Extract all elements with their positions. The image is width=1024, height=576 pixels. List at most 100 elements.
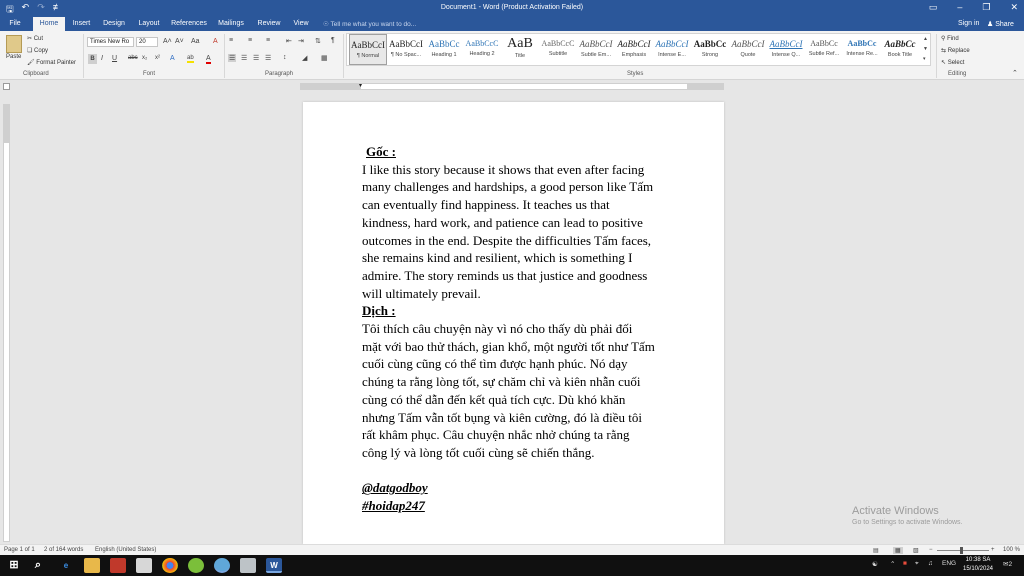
- input-language[interactable]: ENG: [942, 560, 956, 567]
- sign-in-link[interactable]: Sign in: [958, 20, 979, 27]
- zoom-in-icon[interactable]: +: [991, 547, 995, 553]
- maximize-button[interactable]: ❐: [982, 2, 990, 13]
- increase-indent-icon[interactable]: ⇥: [298, 37, 304, 45]
- justify-icon[interactable]: ☰: [265, 54, 271, 62]
- app-icon[interactable]: [110, 558, 126, 573]
- bullets-icon[interactable]: ≡: [229, 37, 233, 44]
- page-count[interactable]: Page 1 of 1: [4, 547, 35, 553]
- gallery-more-icon[interactable]: ▾: [923, 56, 926, 62]
- vertical-ruler[interactable]: [3, 104, 10, 542]
- file-explorer-icon[interactable]: [84, 558, 100, 573]
- style-subtle-reference[interactable]: AaBbCc Subtle Ref...: [805, 34, 843, 65]
- paste-icon[interactable]: [6, 35, 22, 53]
- search-icon[interactable]: ⌕: [30, 558, 46, 573]
- style-emphasis[interactable]: AaBbCcI Emphasis: [615, 34, 653, 65]
- gallery-scroll-up-icon[interactable]: ▲: [923, 36, 928, 42]
- text-effects-icon[interactable]: A: [170, 55, 175, 62]
- antivirus-icon[interactable]: ■: [903, 560, 907, 567]
- gallery-scroll-down-icon[interactable]: ▼: [923, 46, 928, 52]
- tab-home[interactable]: Home: [33, 17, 65, 31]
- language-indicator[interactable]: English (United States): [95, 547, 156, 553]
- tab-review[interactable]: Review: [255, 17, 283, 31]
- shrink-font-icon[interactable]: A˅: [175, 38, 184, 45]
- italic-button[interactable]: I: [101, 55, 103, 62]
- align-center-icon[interactable]: ☰: [241, 54, 247, 62]
- share-button[interactable]: ♟ Share: [987, 20, 1014, 28]
- borders-icon[interactable]: ▦: [321, 54, 328, 62]
- multilevel-list-icon[interactable]: ≡: [266, 37, 270, 44]
- style-strong[interactable]: AaBbCc Strong: [691, 34, 729, 65]
- highlight-icon[interactable]: ab: [187, 55, 194, 63]
- grow-font-icon[interactable]: A˄: [163, 38, 172, 45]
- paste-button[interactable]: Paste: [6, 54, 21, 60]
- sort-icon[interactable]: ⇅: [315, 37, 321, 45]
- subscript-button[interactable]: x₂: [142, 55, 147, 61]
- tab-references[interactable]: References: [170, 17, 208, 31]
- minimize-button[interactable]: –: [957, 2, 962, 13]
- tab-selector[interactable]: [3, 83, 10, 90]
- ribbon-display-options-icon[interactable]: ▭: [929, 2, 938, 13]
- style-normal[interactable]: AaBbCcI ¶ Normal: [349, 34, 387, 65]
- strikethrough-button[interactable]: abc: [128, 55, 138, 61]
- change-case-icon[interactable]: Aa: [191, 38, 200, 45]
- close-button[interactable]: ✕: [1010, 2, 1018, 13]
- show-hide-pilcrow-icon[interactable]: ¶: [331, 37, 335, 44]
- chrome-icon[interactable]: [162, 558, 178, 573]
- volume-icon[interactable]: ♫: [928, 560, 933, 567]
- zoom-level[interactable]: 100 %: [1003, 547, 1020, 553]
- style-subtitle[interactable]: AaBbCcC Subtitle: [539, 34, 577, 65]
- network-icon[interactable]: ☯: [872, 560, 878, 568]
- media-app-icon[interactable]: [136, 558, 152, 573]
- print-layout-icon[interactable]: ▦: [893, 547, 903, 554]
- font-name-select[interactable]: Times New Ro: [87, 37, 134, 47]
- style-intense-reference[interactable]: AaBbCc Intense Re...: [843, 34, 881, 65]
- wifi-icon[interactable]: ⌖: [915, 560, 919, 568]
- cut-button[interactable]: ✂ Cut: [27, 35, 43, 42]
- style-quote[interactable]: AaBbCcI Quote: [729, 34, 767, 65]
- style-title[interactable]: AaB Title: [501, 34, 539, 65]
- align-right-icon[interactable]: ☰: [253, 54, 259, 62]
- bold-button[interactable]: B: [88, 54, 97, 64]
- web-layout-icon[interactable]: ▧: [913, 547, 919, 554]
- style-no-spacing[interactable]: AaBbCcI ¶ No Spac...: [387, 34, 425, 65]
- style-subtle-emphasis[interactable]: AaBbCcI Subtle Em...: [577, 34, 615, 65]
- line-spacing-icon[interactable]: ↕: [283, 54, 287, 61]
- tab-insert[interactable]: Insert: [69, 17, 94, 31]
- word-count[interactable]: 2 of 164 words: [44, 547, 83, 553]
- select-button[interactable]: ↖ Select: [941, 59, 964, 66]
- tell-me-search[interactable]: ☉ Tell me what you want to do...: [323, 20, 416, 28]
- underline-button[interactable]: U: [112, 55, 117, 62]
- zoom-slider-thumb[interactable]: [960, 547, 963, 554]
- notification-icon[interactable]: ✉2: [1003, 560, 1012, 568]
- tab-mailings[interactable]: Mailings: [216, 17, 246, 31]
- windows-start-icon[interactable]: ⊞: [6, 558, 22, 573]
- style-heading-1[interactable]: AaBbCc Heading 1: [425, 34, 463, 65]
- tab-layout[interactable]: Layout: [135, 17, 163, 31]
- find-button[interactable]: ⚲ Find: [941, 35, 959, 42]
- show-hidden-icons[interactable]: ⌃: [890, 560, 895, 568]
- document-body[interactable]: Gốc : I like this story because it shows…: [362, 143, 692, 515]
- read-mode-icon[interactable]: ▤: [873, 547, 879, 554]
- style-heading-2[interactable]: AaBbCcC Heading 2: [463, 34, 501, 65]
- app-icon[interactable]: [214, 558, 230, 573]
- format-painter-button[interactable]: 🖌 Format Painter: [27, 59, 76, 66]
- copy-button[interactable]: ❏ Copy: [27, 47, 48, 54]
- edge-icon[interactable]: e: [58, 558, 74, 573]
- style-book-title[interactable]: AaBbCc Book Title: [881, 34, 919, 65]
- style-intense-emphasis[interactable]: AaBbCcI Intense E...: [653, 34, 691, 65]
- tab-file[interactable]: File: [4, 17, 26, 31]
- word-taskbar-icon[interactable]: W: [266, 558, 282, 573]
- app-icon[interactable]: [240, 558, 256, 573]
- font-color-icon[interactable]: A: [206, 55, 211, 64]
- horizontal-ruler[interactable]: ▾: [300, 83, 724, 90]
- clock[interactable]: 10:38 SA 15/10/2024: [958, 556, 998, 574]
- shading-icon[interactable]: ◢: [302, 54, 307, 62]
- app-icon[interactable]: [188, 558, 204, 573]
- zoom-out-icon[interactable]: −: [929, 547, 933, 553]
- style-intense-quote[interactable]: AaBbCcI Intense Q...: [767, 34, 805, 65]
- tab-design[interactable]: Design: [100, 17, 128, 31]
- tab-view[interactable]: View: [290, 17, 312, 31]
- font-size-select[interactable]: 20: [136, 37, 158, 47]
- align-left-icon[interactable]: ☰: [228, 54, 237, 62]
- document-page[interactable]: Gốc : I like this story because it shows…: [303, 102, 724, 544]
